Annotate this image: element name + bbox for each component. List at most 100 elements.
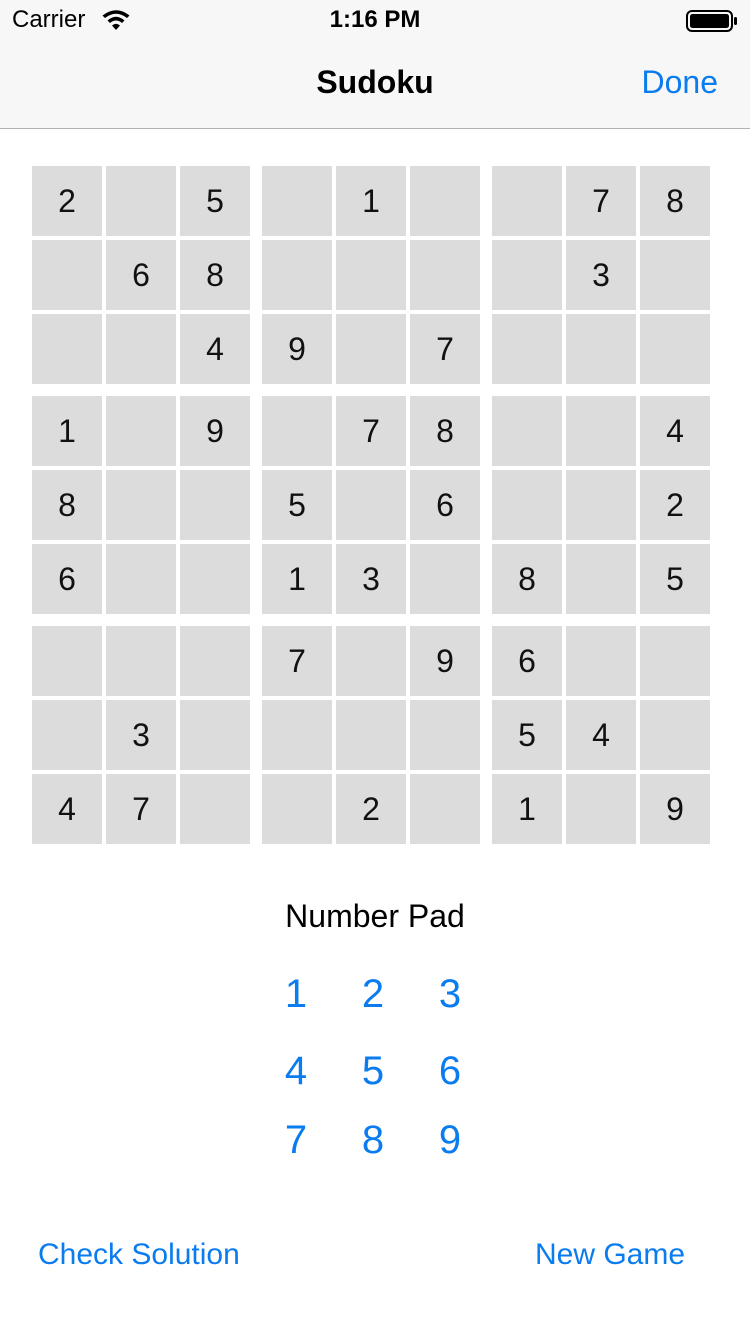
sudoku-cell[interactable]: 2: [640, 470, 710, 540]
number-pad-key[interactable]: 3: [420, 966, 480, 1022]
sudoku-cell[interactable]: [410, 544, 480, 614]
sudoku-cell[interactable]: 8: [492, 544, 562, 614]
sudoku-cell[interactable]: 4: [180, 314, 250, 384]
sudoku-cell[interactable]: [262, 700, 332, 770]
sudoku-cell[interactable]: 1: [492, 774, 562, 844]
sudoku-cell[interactable]: 7: [106, 774, 176, 844]
sudoku-cell[interactable]: [492, 470, 562, 540]
status-time: 1:16 PM: [329, 6, 421, 33]
sudoku-cell[interactable]: [566, 774, 636, 844]
sudoku-cell[interactable]: 8: [410, 396, 480, 466]
sudoku-cell[interactable]: [410, 166, 480, 236]
sudoku-cell[interactable]: [106, 396, 176, 466]
sudoku-cell[interactable]: 1: [32, 396, 102, 466]
number-pad-key[interactable]: 9: [420, 1112, 480, 1168]
sudoku-cell[interactable]: [566, 396, 636, 466]
sudoku-cell[interactable]: [336, 240, 406, 310]
sudoku-cell[interactable]: 9: [410, 626, 480, 696]
sudoku-cell[interactable]: [336, 314, 406, 384]
sudoku-cell[interactable]: [336, 626, 406, 696]
sudoku-cell[interactable]: 3: [566, 240, 636, 310]
sudoku-cell[interactable]: 4: [566, 700, 636, 770]
sudoku-cell[interactable]: [640, 240, 710, 310]
sudoku-cell[interactable]: [492, 314, 562, 384]
sudoku-cell[interactable]: [262, 240, 332, 310]
sudoku-cell[interactable]: 7: [336, 396, 406, 466]
sudoku-cell[interactable]: 5: [262, 470, 332, 540]
number-pad-key[interactable]: 4: [266, 1043, 326, 1099]
sudoku-cell[interactable]: 1: [336, 166, 406, 236]
sudoku-cell[interactable]: 8: [640, 166, 710, 236]
number-pad-key[interactable]: 6: [420, 1043, 480, 1099]
sudoku-cell[interactable]: [262, 774, 332, 844]
sudoku-cell[interactable]: 4: [32, 774, 102, 844]
sudoku-cell[interactable]: [106, 314, 176, 384]
navigation-bar: Sudoku Done: [0, 40, 750, 129]
sudoku-cell[interactable]: 1: [262, 544, 332, 614]
sudoku-cell[interactable]: 9: [180, 396, 250, 466]
sudoku-cell[interactable]: [180, 774, 250, 844]
sudoku-cell[interactable]: 2: [336, 774, 406, 844]
sudoku-cell[interactable]: [262, 396, 332, 466]
sudoku-cell[interactable]: [410, 774, 480, 844]
sudoku-cell[interactable]: 7: [410, 314, 480, 384]
screen: Carrier 1:16 PM Sudoku Done 251786834971…: [0, 0, 750, 1334]
sudoku-cell[interactable]: [566, 544, 636, 614]
sudoku-cell[interactable]: 6: [106, 240, 176, 310]
sudoku-cell[interactable]: 8: [32, 470, 102, 540]
sudoku-cell[interactable]: [32, 314, 102, 384]
number-pad-key[interactable]: 7: [266, 1112, 326, 1168]
sudoku-cell[interactable]: [180, 626, 250, 696]
battery-full-icon: [686, 10, 738, 32]
sudoku-cell[interactable]: [410, 700, 480, 770]
sudoku-cell[interactable]: [566, 470, 636, 540]
sudoku-cell[interactable]: [106, 544, 176, 614]
new-game-button[interactable]: New Game: [535, 1238, 685, 1272]
sudoku-cell[interactable]: 6: [32, 544, 102, 614]
sudoku-cell[interactable]: [262, 166, 332, 236]
number-pad-key[interactable]: 8: [343, 1112, 403, 1168]
sudoku-cell[interactable]: [566, 314, 636, 384]
sudoku-cell[interactable]: 5: [640, 544, 710, 614]
sudoku-cell[interactable]: 7: [566, 166, 636, 236]
sudoku-cell[interactable]: [640, 626, 710, 696]
sudoku-cell[interactable]: [180, 544, 250, 614]
sudoku-cell[interactable]: 3: [336, 544, 406, 614]
sudoku-cell[interactable]: [640, 314, 710, 384]
sudoku-cell[interactable]: 8: [180, 240, 250, 310]
sudoku-cell[interactable]: 2: [32, 166, 102, 236]
sudoku-cell[interactable]: [32, 240, 102, 310]
sudoku-cell[interactable]: 9: [262, 314, 332, 384]
sudoku-cell[interactable]: [106, 166, 176, 236]
sudoku-cell[interactable]: [492, 240, 562, 310]
sudoku-board: 251786834971978485626138579635447219: [32, 166, 718, 852]
sudoku-cell[interactable]: 6: [492, 626, 562, 696]
sudoku-cell[interactable]: [492, 396, 562, 466]
status-bar: Carrier 1:16 PM: [0, 0, 750, 40]
check-solution-button[interactable]: Check Solution: [38, 1238, 240, 1272]
sudoku-cell[interactable]: 3: [106, 700, 176, 770]
sudoku-cell[interactable]: [410, 240, 480, 310]
sudoku-cell[interactable]: [336, 470, 406, 540]
sudoku-cell[interactable]: [492, 166, 562, 236]
sudoku-cell[interactable]: 5: [492, 700, 562, 770]
number-pad-title: Number Pad: [285, 898, 465, 934]
sudoku-cell[interactable]: 6: [410, 470, 480, 540]
sudoku-cell[interactable]: [336, 700, 406, 770]
sudoku-cell[interactable]: 9: [640, 774, 710, 844]
number-pad-key[interactable]: 5: [343, 1043, 403, 1099]
sudoku-cell[interactable]: 4: [640, 396, 710, 466]
done-button[interactable]: Done: [642, 64, 719, 101]
sudoku-cell[interactable]: [106, 626, 176, 696]
number-pad-key[interactable]: 2: [343, 966, 403, 1022]
sudoku-cell[interactable]: [106, 470, 176, 540]
sudoku-cell[interactable]: [640, 700, 710, 770]
sudoku-cell[interactable]: [32, 626, 102, 696]
number-pad-key[interactable]: 1: [266, 966, 326, 1022]
sudoku-cell[interactable]: [566, 626, 636, 696]
sudoku-cell[interactable]: 5: [180, 166, 250, 236]
sudoku-cell[interactable]: [32, 700, 102, 770]
sudoku-cell[interactable]: 7: [262, 626, 332, 696]
sudoku-cell[interactable]: [180, 470, 250, 540]
sudoku-cell[interactable]: [180, 700, 250, 770]
